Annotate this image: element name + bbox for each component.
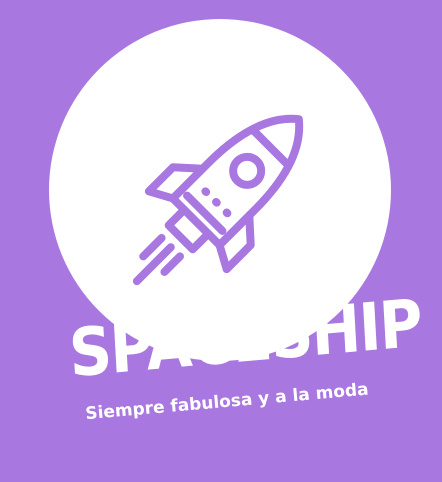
brand-block: SPACESHIP Siempre fabulosa y a la moda	[49, 285, 423, 442]
rocket-icon	[132, 114, 304, 286]
logo-canvas: SPACESHIP Siempre fabulosa y a la moda	[0, 0, 442, 482]
